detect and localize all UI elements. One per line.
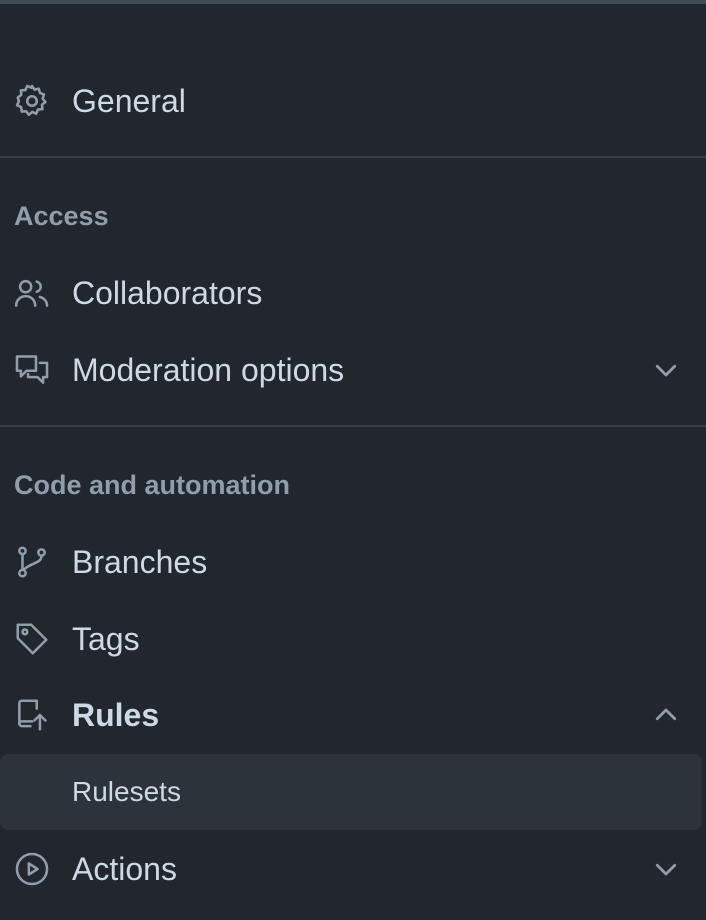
- nav-item-label: Branches: [72, 543, 208, 580]
- chevron-up-icon[interactable]: [648, 697, 684, 733]
- divider: [0, 425, 706, 427]
- chevron-down-icon[interactable]: [648, 352, 684, 388]
- nav-item-moderation-options[interactable]: Moderation options: [0, 338, 706, 402]
- gear-icon: [12, 81, 52, 121]
- repo-push-icon: [12, 695, 52, 735]
- git-branch-icon: [12, 542, 52, 582]
- nav-item-label: Moderation options: [72, 351, 345, 388]
- nav-item-rules[interactable]: Rules: [0, 683, 706, 747]
- people-icon: [12, 273, 52, 313]
- nav-item-collaborators[interactable]: Collaborators: [0, 261, 706, 325]
- chevron-down-icon[interactable]: [648, 851, 684, 887]
- nav-item-branches[interactable]: Branches: [0, 530, 706, 594]
- nav-subitem-rulesets[interactable]: Rulesets: [0, 754, 702, 830]
- section-heading-code-automation: Code and automation: [14, 470, 290, 500]
- nav-item-label: Tags: [72, 620, 140, 657]
- nav-item-label: General: [72, 82, 186, 119]
- nav-item-label: Collaborators: [72, 274, 263, 311]
- nav-item-label: Actions: [72, 850, 177, 887]
- section-heading-access: Access: [14, 201, 109, 231]
- nav-subitem-label: Rulesets: [72, 776, 181, 807]
- nav-item-actions[interactable]: Actions: [0, 837, 706, 901]
- nav-item-tags[interactable]: Tags: [0, 607, 706, 671]
- divider: [0, 156, 706, 158]
- nav-item-general[interactable]: General: [0, 69, 706, 133]
- nav-item-label: Rules: [72, 696, 160, 733]
- play-icon: [12, 849, 52, 889]
- settings-sidebar-nav: General Access Collaborators Moderation …: [0, 0, 706, 920]
- tag-icon: [12, 619, 52, 659]
- comment-discussion-icon: [12, 350, 52, 390]
